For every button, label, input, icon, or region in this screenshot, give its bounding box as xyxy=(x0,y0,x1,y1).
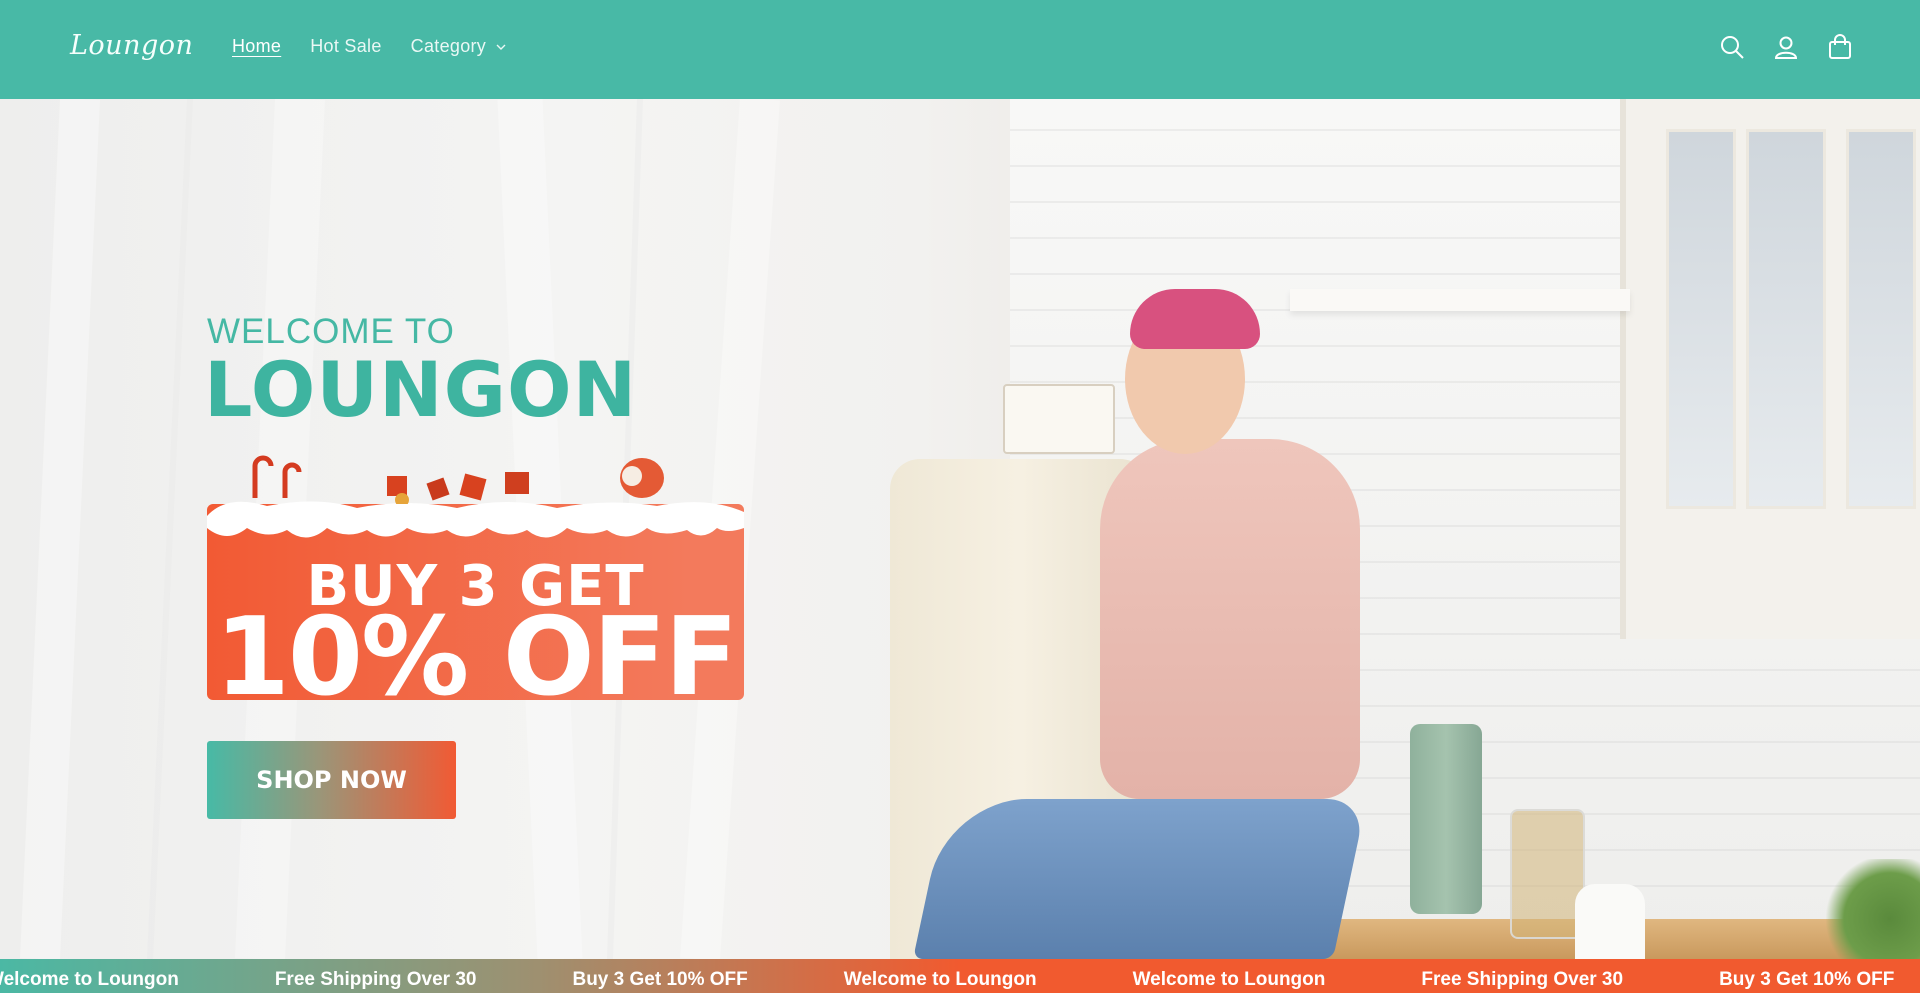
nav-item-hot-sale[interactable]: Hot Sale xyxy=(310,36,381,57)
header-actions xyxy=(1718,33,1854,61)
promo-line-2: 10% OFF xyxy=(214,595,738,720)
ticker-item: Welcome to Loungon xyxy=(0,969,179,990)
ticker-item: Buy 3 Get 10% OFF xyxy=(572,969,748,990)
potted-plant xyxy=(1820,859,1920,959)
ticker-item: Buy 3 Get 10% OFF xyxy=(1719,969,1895,990)
shop-now-button[interactable]: SHOP NOW xyxy=(207,741,456,819)
gift-decorations-icon xyxy=(252,455,664,504)
wall-shelf xyxy=(1290,289,1630,311)
window-pane xyxy=(1846,129,1916,509)
chevron-down-icon xyxy=(496,44,506,50)
hero-banner: WELCOME TO LOUNGON BUY 3 GET 10% OFF SHO… xyxy=(0,99,1920,959)
pasta-jar xyxy=(1510,809,1585,939)
announcement-ticker: Welcome to Loungon Free Shipping Over 30… xyxy=(0,959,1920,993)
nav-category-label: Category xyxy=(410,36,487,56)
ticker-track: Welcome to Loungon Free Shipping Over 30… xyxy=(0,969,1920,991)
nav-item-category[interactable]: Category xyxy=(411,36,506,57)
logo[interactable]: Loungon xyxy=(70,30,193,68)
kitchen-window xyxy=(1620,99,1920,639)
wall-clock xyxy=(1003,384,1115,454)
pink-bandana xyxy=(1130,289,1260,349)
ticker-item: Free Shipping Over 30 xyxy=(274,969,477,990)
person-sweater xyxy=(1100,439,1360,799)
main-nav: Home Hot Sale Category xyxy=(226,36,535,57)
white-jug xyxy=(1575,884,1645,959)
hero-brand-title: LOUNGON xyxy=(204,345,638,434)
search-icon[interactable] xyxy=(1718,33,1746,61)
ticker-item: Welcome to Loungon xyxy=(1132,969,1326,990)
green-pitcher xyxy=(1410,724,1482,914)
account-icon[interactable] xyxy=(1772,33,1800,61)
cart-icon[interactable] xyxy=(1826,33,1854,61)
nav-hot-sale-label: Hot Sale xyxy=(310,36,382,56)
site-header: Loungon Home Hot Sale Category xyxy=(0,0,1920,99)
promo-badge: BUY 3 GET 10% OFF xyxy=(207,455,744,712)
window-pane xyxy=(1666,129,1736,509)
nav-home-label: Home xyxy=(232,36,282,56)
person-jeans xyxy=(912,799,1368,959)
ticker-item: Free Shipping Over 30 xyxy=(1421,969,1624,990)
nav-item-home[interactable]: Home xyxy=(226,36,281,57)
window-pane xyxy=(1746,129,1826,509)
ticker-item: Welcome to Loungon xyxy=(843,969,1037,990)
